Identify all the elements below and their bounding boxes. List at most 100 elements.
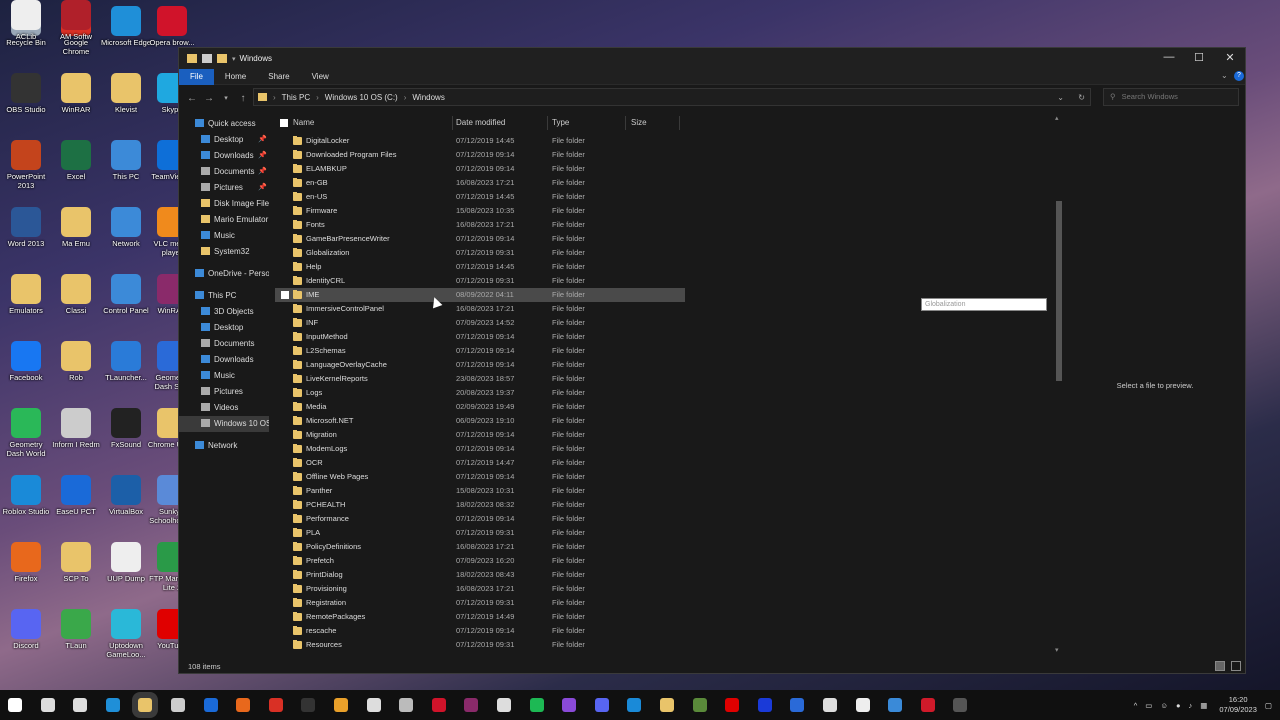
file-row[interactable]: Offline Web Pages 07/12/2019 09:14 File fo… — [275, 470, 685, 484]
file-row[interactable]: OCR 07/12/2019 14:47 File folder — [275, 456, 685, 470]
show-hidden-icons-icon[interactable]: ^ — [1134, 701, 1138, 710]
new-folder-icon[interactable] — [217, 54, 227, 63]
nav-item[interactable]: Downloads 📌 — [179, 148, 269, 164]
file-row[interactable]: Performance 07/12/2019 09:14 File folder — [275, 512, 685, 526]
file-row[interactable]: RemotePackages 07/12/2019 14:49 File folde… — [275, 610, 685, 624]
desktop-icon-item[interactable]: Rob — [50, 341, 102, 382]
desktop-icon-item[interactable]: Discord — [0, 609, 52, 650]
file-row[interactable]: Help 07/12/2019 14:45 File folder — [275, 260, 685, 274]
desktop-icon-item[interactable]: SCP To — [50, 542, 102, 583]
desktop-icon-item[interactable]: Klevist — [100, 73, 152, 114]
scrollbar[interactable]: ▴ ▾ — [1053, 114, 1063, 658]
clock[interactable]: 16:20 07/09/2023 — [1219, 695, 1257, 715]
desktop-icon-item[interactable]: Roblox Studio — [0, 475, 52, 516]
up-button[interactable]: ↑ — [236, 93, 250, 104]
forward-button[interactable]: → — [202, 93, 216, 104]
nav-item[interactable]: Documents — [179, 336, 269, 352]
search-icon[interactable] — [40, 698, 55, 712]
nav-item[interactable]: System32 — [179, 244, 269, 260]
file-row[interactable]: Fonts 16/08/2023 17:21 File folder — [275, 218, 685, 232]
file-row[interactable]: Firmware 15/08/2023 10:35 File folder — [275, 204, 685, 218]
speaker-icon[interactable]: ♪ — [1189, 701, 1193, 710]
file-row[interactable]: IdentityCRL 07/12/2019 09:31 File folder — [275, 274, 685, 288]
address-dropdown-icon[interactable]: ⌄ — [1057, 93, 1064, 102]
desktop-icon-item[interactable]: Inform I Redm — [50, 408, 102, 449]
spotify-icon[interactable] — [529, 698, 544, 712]
title-bar[interactable]: ▾ Windows — ☐ ✕ — [179, 48, 1245, 69]
firefox-icon[interactable] — [236, 698, 251, 712]
notifications-icon[interactable]: ▢ — [1265, 701, 1272, 710]
breadcrumb-windows[interactable]: Windows — [412, 93, 444, 102]
desktop-icon-item[interactable]: Ma Emu — [50, 207, 102, 248]
desktop-icon-item[interactable]: Firefox — [0, 542, 52, 583]
chrome-icon[interactable] — [268, 698, 283, 712]
nav-item[interactable]: Music — [179, 228, 269, 244]
scroll-down-icon[interactable]: ▾ — [1055, 646, 1059, 654]
tab-file[interactable]: File — [179, 68, 214, 85]
app-icon[interactable] — [660, 698, 674, 712]
rename-input[interactable]: Globalization — [921, 298, 1047, 311]
nav-item[interactable]: Downloads — [179, 352, 269, 368]
desktop-icon-item[interactable]: Microsoft Edge — [100, 6, 152, 47]
nav-item[interactable]: Pictures 📌 — [179, 180, 269, 196]
desktop-icon-item[interactable]: Network — [100, 207, 152, 248]
desktop-icon-item[interactable]: ACLib — [0, 0, 52, 41]
task-view-icon[interactable] — [73, 698, 88, 712]
back-button[interactable]: ← — [185, 93, 199, 104]
desktop-icon-item[interactable]: AM Softw — [50, 0, 102, 41]
messenger-icon[interactable] — [562, 698, 577, 712]
file-row[interactable]: Registration 07/12/2019 09:31 File folder — [275, 596, 685, 610]
nav-item[interactable]: Quick access — [179, 116, 269, 132]
tab-home[interactable]: Home — [214, 69, 257, 85]
start-icon[interactable] — [8, 698, 22, 712]
quick-access-dropdown-icon[interactable]: ▾ — [232, 55, 236, 63]
network-icon[interactable]: ▭ — [1145, 701, 1152, 710]
file-row[interactable]: Prefetch 07/09/2023 16:20 File folder — [275, 554, 685, 568]
breadcrumb-drive[interactable]: Windows 10 OS (C:) — [325, 93, 398, 102]
file-row[interactable]: ImmersiveControlPanel 16/08/2023 17:21 Fil… — [275, 302, 685, 316]
edge-icon[interactable] — [105, 698, 120, 712]
nav-item[interactable]: 3D Objects — [179, 304, 269, 320]
file-row[interactable]: IME 08/09/2022 04:11 File folder — [275, 288, 685, 302]
nav-item[interactable]: OneDrive - Perso — [179, 266, 269, 282]
nav-item[interactable]: Desktop — [179, 320, 269, 336]
file-row[interactable]: PLA 07/12/2019 09:31 File folder — [275, 526, 685, 540]
discord-icon[interactable] — [594, 698, 609, 712]
column-size[interactable]: Size — [628, 116, 680, 130]
file-row[interactable]: Resources 07/12/2019 09:31 File folder — [275, 638, 685, 652]
address-bar[interactable]: › This PC › Windows 10 OS (C:) › Windows… — [253, 88, 1091, 106]
ribbon-expand-icon[interactable]: ⌄ — [1221, 71, 1228, 80]
chevron-right-icon[interactable]: › — [316, 93, 319, 102]
desktop-icon-item[interactable]: OBS Studio — [0, 73, 52, 114]
file-row[interactable]: PolicyDefinitions 16/08/2023 17:21 File fo… — [275, 540, 685, 554]
desktop-icon-item[interactable]: UUP Dump — [100, 542, 152, 583]
nav-item[interactable]: Documents 📌 — [179, 164, 269, 180]
winrar-icon[interactable] — [464, 698, 479, 712]
nav-item[interactable]: Network — [179, 438, 269, 454]
desktop-icon-item[interactable]: VirtualBox — [100, 475, 152, 516]
keyboard-icon[interactable]: ▦ — [1200, 701, 1207, 710]
file-row[interactable]: DigitalLocker 07/12/2019 14:45 File folder — [275, 134, 685, 148]
desktop-icon-item[interactable]: Geometry Dash World — [0, 408, 52, 458]
desktop-icon-item[interactable]: Opera brow... — [146, 6, 198, 47]
scrollbar-thumb[interactable] — [1056, 201, 1062, 381]
maximize-button[interactable]: ☐ — [1184, 51, 1214, 64]
nav-item[interactable]: Desktop 📌 — [179, 132, 269, 148]
people-icon[interactable]: ☺ — [1160, 701, 1168, 710]
desktop-icon-item[interactable]: TLauncher... — [100, 341, 152, 382]
file-row[interactable]: Downloaded Program Files 07/12/2019 09:14… — [275, 148, 685, 162]
github-icon[interactable] — [855, 698, 870, 712]
file-row[interactable]: Logs 20/08/2023 19:37 File folder — [275, 386, 685, 400]
file-row[interactable]: Panther 15/08/2023 10:31 File folder — [275, 484, 685, 498]
file-row[interactable]: ELAMBKUP 07/12/2019 09:14 File folder — [275, 162, 685, 176]
desktop-icon-item[interactable]: Word 2013 — [0, 207, 52, 248]
virtualbox-icon[interactable] — [823, 698, 837, 712]
file-row[interactable]: INF 07/09/2023 14:52 File folder — [275, 316, 685, 330]
scroll-up-icon[interactable]: ▴ — [1055, 114, 1059, 122]
nav-item[interactable]: Disk Image File — [179, 196, 269, 212]
file-row[interactable]: en-GB 16/08/2023 17:21 File folder — [275, 176, 685, 190]
file-row[interactable]: rescache 07/12/2019 09:14 File folder — [275, 624, 685, 638]
file-row[interactable]: LiveKernelReports 23/08/2023 18:57 File fo… — [275, 372, 685, 386]
desktop-icon-item[interactable]: TLaun — [50, 609, 102, 650]
notepad-icon[interactable] — [497, 698, 511, 712]
